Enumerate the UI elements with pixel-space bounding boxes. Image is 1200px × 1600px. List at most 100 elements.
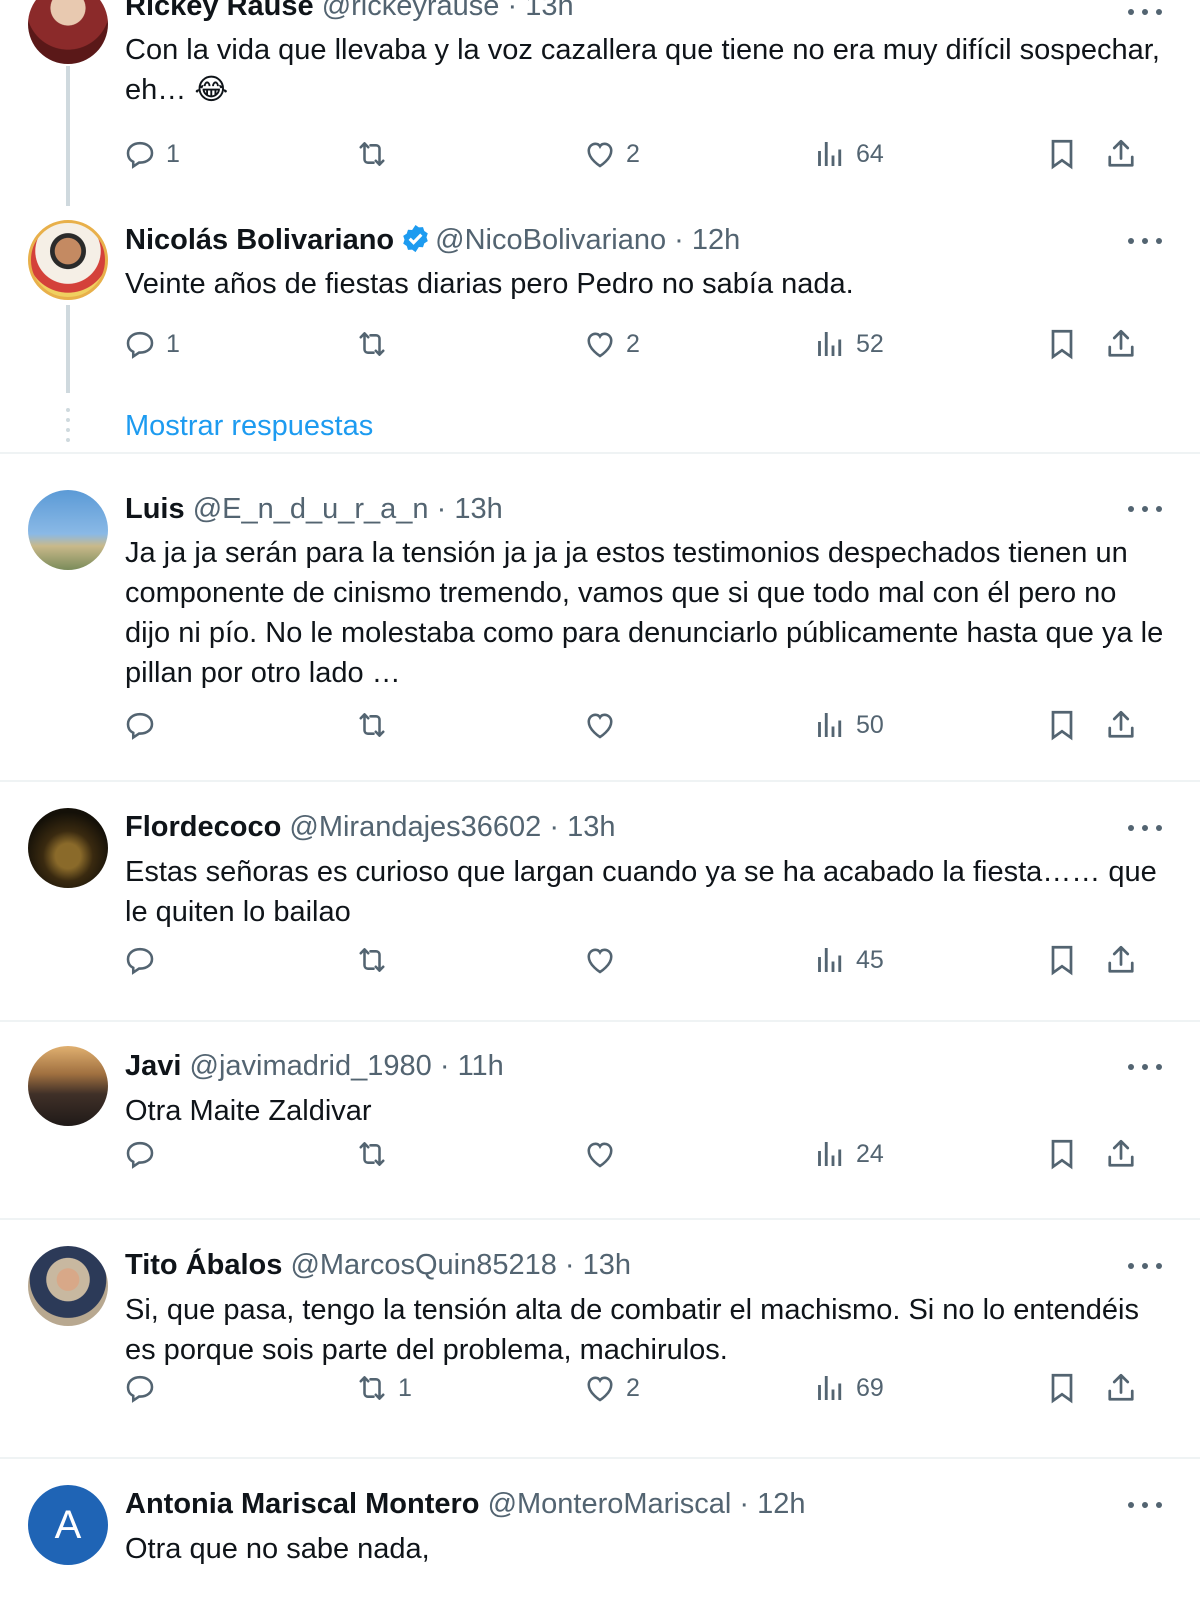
share-button[interactable] [1103, 134, 1139, 174]
reply-button[interactable] [122, 705, 166, 745]
separator: · [439, 1050, 450, 1082]
retweet-button[interactable] [354, 324, 398, 364]
like-button[interactable] [582, 1134, 626, 1174]
reply-button[interactable] [122, 1134, 166, 1174]
timestamp[interactable]: 12h [692, 224, 740, 256]
author-handle[interactable]: @javimadrid_1980 [190, 1050, 432, 1082]
author-name[interactable]: Rickey Rause [125, 0, 314, 22]
like-button[interactable]: 2 [582, 1368, 640, 1408]
reply-icon [126, 712, 154, 740]
avatar[interactable]: A [28, 1485, 108, 1565]
share-button[interactable] [1103, 1368, 1139, 1408]
author-handle[interactable]: @E_n_d_u_r_a_n [193, 493, 429, 525]
avatar[interactable] [28, 1246, 108, 1326]
avatar[interactable] [28, 1046, 108, 1126]
more-options-icon[interactable] [1128, 503, 1162, 515]
timestamp[interactable]: 13h [454, 493, 502, 525]
more-options-icon[interactable] [1128, 235, 1162, 247]
like-button[interactable]: 2 [582, 324, 640, 364]
like-button[interactable]: 2 [582, 134, 640, 174]
more-options-icon[interactable] [1128, 1061, 1162, 1073]
bookmark-icon [1051, 945, 1073, 976]
share-button[interactable] [1103, 324, 1139, 364]
timestamp[interactable]: 11h [458, 1050, 504, 1082]
author-name[interactable]: Tito Ábalos [125, 1249, 282, 1281]
separator: · [674, 224, 684, 256]
retweet-button[interactable] [354, 134, 398, 174]
views-button[interactable]: 24 [812, 1134, 884, 1174]
reply-button[interactable]: 1 [122, 324, 180, 364]
avatar[interactable] [28, 808, 108, 888]
retweet-button[interactable]: 1 [354, 1368, 412, 1408]
bookmark-button[interactable] [1044, 324, 1080, 364]
avatar[interactable] [28, 490, 108, 570]
retweet-icon [359, 713, 385, 737]
bookmark-button[interactable] [1044, 705, 1080, 745]
like-button[interactable] [582, 940, 626, 980]
retweet-button[interactable] [354, 940, 398, 980]
tweet-actions: 1 2 69 [0, 1368, 1200, 1408]
show-replies-link[interactable]: Mostrar respuestas [125, 410, 373, 443]
timestamp[interactable]: 13h [525, 0, 573, 22]
reply-icon [126, 331, 154, 359]
retweet-icon [359, 332, 385, 356]
timestamp[interactable]: 12h [757, 1488, 805, 1520]
reply-icon [126, 1375, 154, 1403]
tweet-text: Ja ja ja serán para la tensión ja ja ja … [125, 537, 1164, 689]
reply-button[interactable]: 1 [122, 134, 180, 174]
author-name[interactable]: Nicolás Bolivariano [125, 224, 394, 256]
reply-button[interactable] [122, 940, 166, 980]
more-options-icon[interactable] [1128, 1499, 1162, 1511]
view-count: 50 [856, 710, 884, 739]
author-handle[interactable]: @MonteroMariscal [488, 1488, 732, 1520]
like-count: 2 [626, 1373, 640, 1402]
views-button[interactable]: 69 [812, 1368, 884, 1408]
avatar[interactable] [28, 0, 108, 64]
author-handle[interactable]: @MarcosQuin85218 [290, 1249, 556, 1281]
timestamp[interactable]: 13h [567, 811, 615, 843]
like-button[interactable] [582, 705, 626, 745]
author-handle[interactable]: @NicoBolivariano [435, 224, 666, 256]
heart-icon [587, 1142, 613, 1168]
views-button[interactable]: 52 [812, 324, 884, 364]
retweet-icon [359, 1142, 385, 1166]
tweet-actions: 1 2 64 [0, 134, 1200, 174]
share-button[interactable] [1103, 940, 1139, 980]
avatar[interactable] [28, 220, 108, 300]
bookmark-button[interactable] [1044, 1368, 1080, 1408]
bookmark-button[interactable] [1044, 134, 1080, 174]
divider [0, 1218, 1200, 1220]
tweet-text: Con la vida que llevaba y la voz cazalle… [125, 34, 1160, 106]
views-button[interactable]: 50 [812, 705, 884, 745]
author-handle[interactable]: @rickeyrause [322, 0, 500, 22]
view-count: 64 [856, 139, 884, 168]
view-count: 69 [856, 1373, 884, 1402]
reply-count: 1 [166, 329, 180, 358]
more-options-icon[interactable] [1128, 822, 1162, 834]
tweet-actions: 50 [0, 705, 1200, 745]
reply-icon [126, 1141, 154, 1169]
views-chart-icon [818, 948, 842, 972]
views-button[interactable]: 45 [812, 940, 884, 980]
bookmark-button[interactable] [1044, 940, 1080, 980]
more-options-icon[interactable] [1128, 1260, 1162, 1272]
author-name[interactable]: Javi [125, 1050, 181, 1082]
retweet-button[interactable] [354, 705, 398, 745]
share-button[interactable] [1103, 1134, 1139, 1174]
author-name[interactable]: Flordecoco [125, 811, 281, 843]
author-handle[interactable]: @Mirandajes36602 [289, 811, 541, 843]
share-button[interactable] [1103, 705, 1139, 745]
separator: · [564, 1249, 575, 1281]
bookmark-icon [1051, 710, 1073, 741]
retweet-button[interactable] [354, 1134, 398, 1174]
divider [0, 1457, 1200, 1459]
reply-button[interactable] [122, 1368, 166, 1408]
verified-badge-icon [403, 224, 428, 253]
more-options-icon[interactable] [1128, 6, 1162, 18]
author-name[interactable]: Antonia Mariscal Montero [125, 1488, 480, 1520]
author-name[interactable]: Luis [125, 493, 185, 525]
views-chart-icon [818, 1142, 842, 1166]
timestamp[interactable]: 13h [583, 1249, 631, 1281]
bookmark-button[interactable] [1044, 1134, 1080, 1174]
views-button[interactable]: 64 [812, 134, 884, 174]
